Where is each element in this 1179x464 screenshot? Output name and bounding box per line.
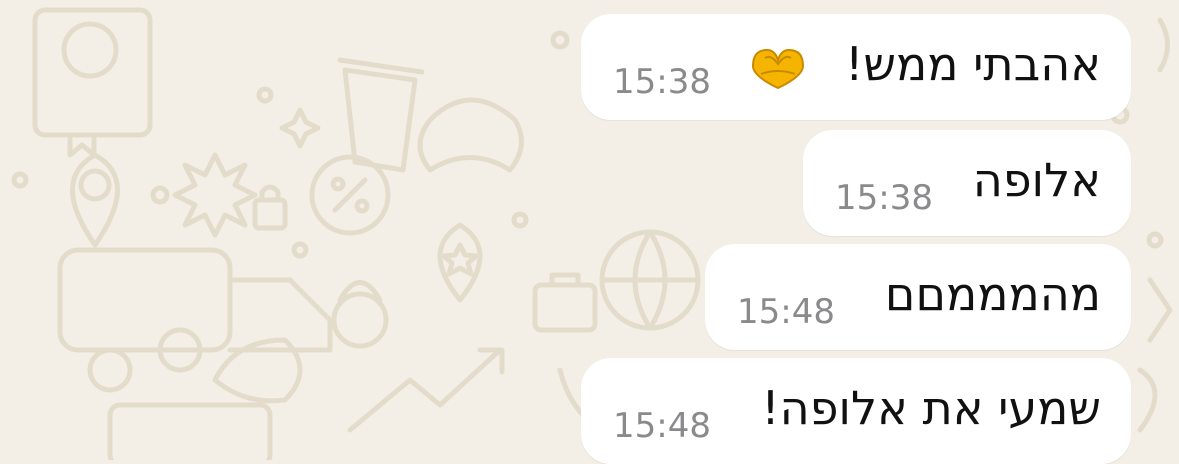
message-bubble[interactable]: שמעי את אלופה! 15:48 bbox=[581, 358, 1131, 464]
message-text: מהמממםם bbox=[884, 267, 1101, 321]
briefcase-doodle-icon bbox=[532, 282, 598, 333]
heart-hands-icon bbox=[751, 48, 805, 90]
message-time: 15:48 bbox=[737, 292, 835, 332]
message-time: 15:38 bbox=[835, 178, 933, 218]
kettlebell-doodle-icon bbox=[331, 291, 389, 349]
message-time: 15:48 bbox=[613, 406, 711, 446]
message-bubble[interactable]: מהמממםם 15:48 bbox=[705, 244, 1131, 350]
message-text: שמעי את אלופה! bbox=[761, 381, 1101, 435]
book-doodle-icon bbox=[32, 7, 153, 138]
croissant-doodle-icon bbox=[417, 97, 524, 173]
truck-doodle-icon bbox=[57, 247, 233, 353]
message-bubble[interactable]: אהבתי ממש! 15:38 bbox=[581, 14, 1131, 120]
message-text: אהבתי ממש! bbox=[844, 37, 1101, 91]
chart-doodle-icon bbox=[347, 347, 503, 433]
message-bubble[interactable]: אלופה 15:38 bbox=[803, 130, 1131, 236]
message-text: אלופה bbox=[972, 153, 1101, 207]
starburst-doodle-icon bbox=[172, 152, 258, 238]
message-time: 15:38 bbox=[613, 62, 711, 102]
